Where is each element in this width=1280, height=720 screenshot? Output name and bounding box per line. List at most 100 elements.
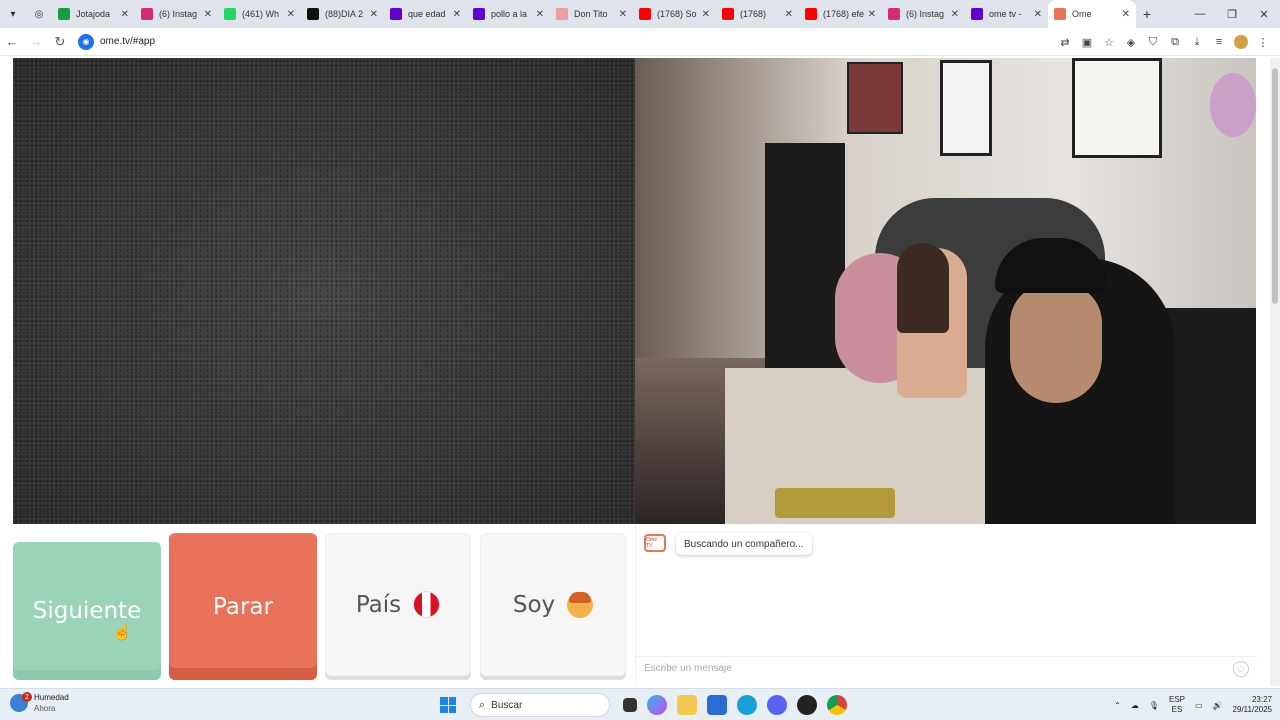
cast-icon[interactable]: ▣ bbox=[1076, 36, 1098, 49]
next-button[interactable]: Siguiente bbox=[13, 542, 161, 680]
display-icon[interactable]: ▭ bbox=[1195, 701, 1203, 710]
menu-dots-icon[interactable]: ⋮ bbox=[1252, 36, 1274, 49]
tab-close-icon[interactable]: ✕ bbox=[785, 9, 793, 20]
minimize-icon[interactable]: — bbox=[1184, 0, 1216, 28]
next-button-label: Siguiente bbox=[32, 598, 142, 624]
discord-icon[interactable] bbox=[767, 695, 787, 715]
browser-tab[interactable]: (6) Instag ✕ bbox=[882, 0, 965, 28]
page-scrollbar[interactable] bbox=[1270, 58, 1280, 686]
reload-icon[interactable]: ↻ bbox=[48, 34, 72, 50]
new-tab-button[interactable]: + bbox=[1136, 6, 1158, 22]
browser-tab[interactable]: (1768) So ✕ bbox=[633, 0, 716, 28]
extension-icon[interactable]: ◈ bbox=[1120, 36, 1142, 49]
close-window-icon[interactable]: ✕ bbox=[1248, 0, 1280, 28]
boy-emoji-icon bbox=[567, 591, 594, 618]
tab-favicon-icon bbox=[473, 8, 485, 20]
store-icon[interactable] bbox=[707, 695, 727, 715]
message-input-placeholder: Escribe un mensaje bbox=[644, 663, 732, 674]
country-button-label: País bbox=[355, 591, 402, 618]
tab-group-icon[interactable]: ◎ bbox=[26, 0, 52, 28]
tab-title: que edad bbox=[408, 9, 446, 19]
clock[interactable]: 23:27 29/11/2025 bbox=[1233, 695, 1272, 715]
browser-tab[interactable]: Don Tito ✕ bbox=[550, 0, 633, 28]
maximize-icon[interactable]: ❐ bbox=[1216, 0, 1248, 28]
browser-tab[interactable]: pollo a la ✕ bbox=[467, 0, 550, 28]
browser-tab[interactable]: (461) Wh ✕ bbox=[218, 0, 301, 28]
cloud-icon[interactable]: ☁ bbox=[1131, 701, 1139, 710]
browser-tab[interactable]: Ome ✕ bbox=[1048, 0, 1136, 28]
tab-close-icon[interactable]: ✕ bbox=[453, 9, 461, 20]
clock-date: 29/11/2025 bbox=[1232, 705, 1272, 714]
tab-title: Don Tito bbox=[574, 9, 608, 19]
stop-button[interactable]: Parar bbox=[169, 533, 317, 680]
browser-tab[interactable]: Jotajoda ✕ bbox=[52, 0, 135, 28]
browser-tab[interactable]: (1768) ✕ bbox=[716, 0, 799, 28]
language-indicator[interactable]: ESP ES bbox=[1169, 695, 1185, 715]
shield-icon[interactable]: ⛉ bbox=[1142, 36, 1164, 49]
lang-bottom: ES bbox=[1171, 705, 1183, 714]
browser-tab[interactable]: (1768) efe ✕ bbox=[799, 0, 882, 28]
tab-title: Ome bbox=[1072, 9, 1092, 19]
tab-favicon-icon bbox=[224, 8, 236, 20]
gender-button[interactable]: Soy bbox=[480, 533, 626, 676]
gender-button-label: Soy bbox=[512, 591, 556, 618]
tab-close-icon[interactable]: ✕ bbox=[370, 9, 378, 20]
remote-video bbox=[635, 58, 1256, 524]
copilot-icon[interactable] bbox=[647, 695, 667, 715]
mic-icon[interactable]: 🎙 bbox=[1149, 701, 1159, 710]
tab-close-icon[interactable]: ✕ bbox=[204, 9, 212, 20]
browser-toolbar: ← → ↻ ◉ ome.tv/#app ⇄ ▣ ☆ ◈ ⛉ ⧉ ⤓ ≡ ⋮ bbox=[0, 28, 1280, 56]
tab-favicon-icon bbox=[58, 8, 70, 20]
forward-icon[interactable]: → bbox=[24, 34, 48, 49]
tab-close-icon[interactable]: ✕ bbox=[287, 9, 295, 20]
site-info-icon[interactable]: ◉ bbox=[78, 33, 94, 50]
chrome-icon[interactable] bbox=[827, 695, 847, 715]
tab-close-icon[interactable]: ✕ bbox=[1034, 9, 1042, 20]
tab-favicon-icon bbox=[722, 8, 734, 20]
media-icon[interactable]: ≡ bbox=[1208, 36, 1230, 48]
weather-widget[interactable]: 2 Humedad Ahora bbox=[10, 692, 69, 714]
country-button[interactable]: País bbox=[325, 533, 471, 676]
tab-close-icon[interactable]: ✕ bbox=[702, 9, 710, 20]
windows-start-icon[interactable] bbox=[440, 697, 456, 713]
tab-title: pollo a la bbox=[491, 9, 528, 19]
file-explorer-icon[interactable] bbox=[677, 695, 697, 715]
tab-close-icon[interactable]: ✕ bbox=[121, 9, 129, 20]
tab-close-icon[interactable]: ✕ bbox=[868, 9, 876, 20]
tab-close-icon[interactable]: ✕ bbox=[619, 9, 627, 20]
tab-favicon-icon bbox=[556, 8, 568, 20]
weather-subtitle: Ahora bbox=[34, 704, 56, 713]
tab-close-icon[interactable]: ✕ bbox=[951, 9, 959, 20]
back-icon[interactable]: ← bbox=[0, 34, 24, 49]
scroll-thumb[interactable] bbox=[1272, 68, 1278, 304]
tab-favicon-icon bbox=[1054, 8, 1066, 20]
ome-logo-icon: Ome TV bbox=[644, 534, 666, 552]
task-view-icon[interactable] bbox=[623, 698, 637, 712]
browser-tab[interactable]: ome tv - ✕ bbox=[965, 0, 1048, 28]
browser-tab[interactable]: (88)DIA 2 ✕ bbox=[301, 0, 384, 28]
browser-tab[interactable]: (6) Instag ✕ bbox=[135, 0, 218, 28]
emoji-icon[interactable]: ☺ bbox=[1233, 661, 1249, 677]
volume-icon[interactable]: 🔊 bbox=[1213, 701, 1223, 710]
tray-chevron-icon[interactable]: ⌃ bbox=[1114, 701, 1121, 710]
bookmark-star-icon[interactable]: ☆ bbox=[1098, 36, 1120, 49]
chat-status-message: Buscando un compañero... bbox=[676, 533, 812, 555]
taskbar-search-label: Buscar bbox=[491, 699, 523, 711]
tab-favicon-icon bbox=[971, 8, 983, 20]
stop-button-label: Parar bbox=[213, 593, 273, 620]
tab-close-icon[interactable]: ✕ bbox=[1122, 9, 1130, 20]
hand-cursor-icon: ☝ bbox=[112, 624, 132, 641]
game-icon[interactable] bbox=[797, 695, 817, 715]
profile-avatar[interactable] bbox=[1234, 35, 1248, 49]
tab-search-icon[interactable]: ▾ bbox=[0, 0, 26, 28]
tab-close-icon[interactable]: ✕ bbox=[536, 9, 544, 20]
edge-icon[interactable] bbox=[737, 695, 757, 715]
translate-icon[interactable]: ⇄ bbox=[1054, 36, 1076, 49]
download-icon[interactable]: ⤓ bbox=[1186, 36, 1208, 49]
message-input[interactable]: Escribe un mensaje ☺ bbox=[636, 656, 1257, 680]
extensions-puzzle-icon[interactable]: ⧉ bbox=[1164, 36, 1186, 49]
tab-favicon-icon bbox=[307, 8, 319, 20]
address-bar[interactable]: ◉ ome.tv/#app bbox=[78, 31, 378, 53]
taskbar-search[interactable]: ⌕ Buscar bbox=[470, 693, 610, 717]
browser-tab[interactable]: que edad ✕ bbox=[384, 0, 467, 28]
